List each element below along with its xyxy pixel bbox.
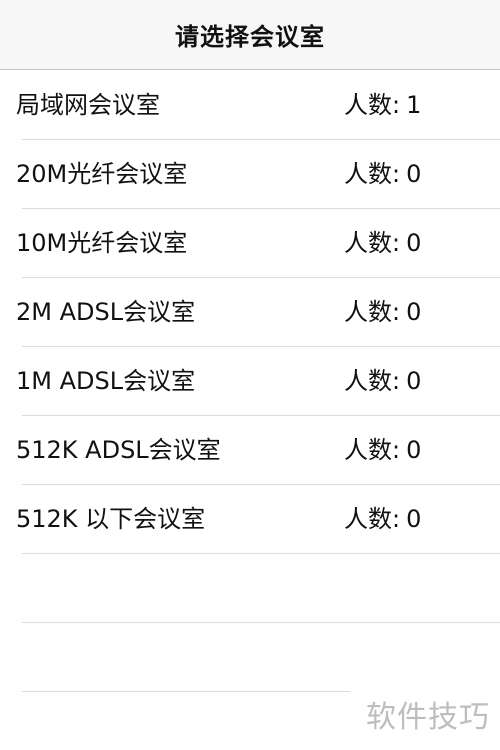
count-value: 0: [406, 367, 422, 395]
room-row-below-512k[interactable]: 512K 以下会议室 人数: 0: [0, 485, 500, 554]
participant-count: 人数: 0: [344, 416, 421, 485]
meeting-room-list: 局域网会议室 人数: 1 20M光纤会议室 人数: 0 10M光纤会议室 人数: 0 …: [0, 71, 500, 692]
empty-row: [0, 623, 500, 692]
count-label: 人数:: [344, 229, 401, 257]
count-label: 人数:: [344, 160, 401, 188]
navigation-bar: 请选择会议室: [0, 0, 500, 70]
count-label: 人数:: [344, 91, 401, 119]
participant-count: 人数: 1: [344, 71, 421, 140]
participant-count: 人数: 0: [344, 140, 421, 209]
count-value: 0: [406, 229, 422, 257]
count-label: 人数:: [344, 298, 401, 326]
room-row-20m-fiber[interactable]: 20M光纤会议室 人数: 0: [0, 140, 500, 209]
count-value: 1: [406, 91, 422, 119]
participant-count: 人数: 0: [344, 347, 421, 416]
count-value: 0: [406, 298, 422, 326]
watermark-text: 软件技巧: [366, 700, 490, 735]
room-row-1m-adsl[interactable]: 1M ADSL会议室 人数: 0: [0, 347, 500, 416]
room-row-10m-fiber[interactable]: 10M光纤会议室 人数: 0: [0, 209, 500, 278]
count-label: 人数:: [344, 436, 401, 464]
participant-count: 人数: 0: [344, 209, 421, 278]
room-name: 局域网会议室: [16, 91, 160, 119]
room-row-lan[interactable]: 局域网会议室 人数: 1: [0, 71, 500, 140]
count-label: 人数:: [344, 367, 401, 395]
participant-count: 人数: 0: [344, 278, 421, 347]
page-title: 请选择会议室: [175, 23, 325, 51]
room-name: 2M ADSL会议室: [16, 298, 196, 326]
participant-count: 人数: 0: [344, 485, 421, 554]
room-row-512k-adsl[interactable]: 512K ADSL会议室 人数: 0: [0, 416, 500, 485]
room-row-2m-adsl[interactable]: 2M ADSL会议室 人数: 0: [0, 278, 500, 347]
count-value: 0: [406, 160, 422, 188]
room-name: 1M ADSL会议室: [16, 367, 196, 395]
count-value: 0: [406, 436, 422, 464]
meeting-room-screen: 请选择会议室 局域网会议室 人数: 1 20M光纤会议室 人数: 0 10M光纤会议…: [0, 0, 500, 750]
count-label: 人数:: [344, 505, 401, 533]
room-name: 512K 以下会议室: [16, 505, 206, 533]
empty-row: [0, 554, 500, 623]
count-value: 0: [406, 505, 422, 533]
room-name: 20M光纤会议室: [16, 160, 188, 188]
room-name: 10M光纤会议室: [16, 229, 188, 257]
room-name: 512K ADSL会议室: [16, 436, 221, 464]
